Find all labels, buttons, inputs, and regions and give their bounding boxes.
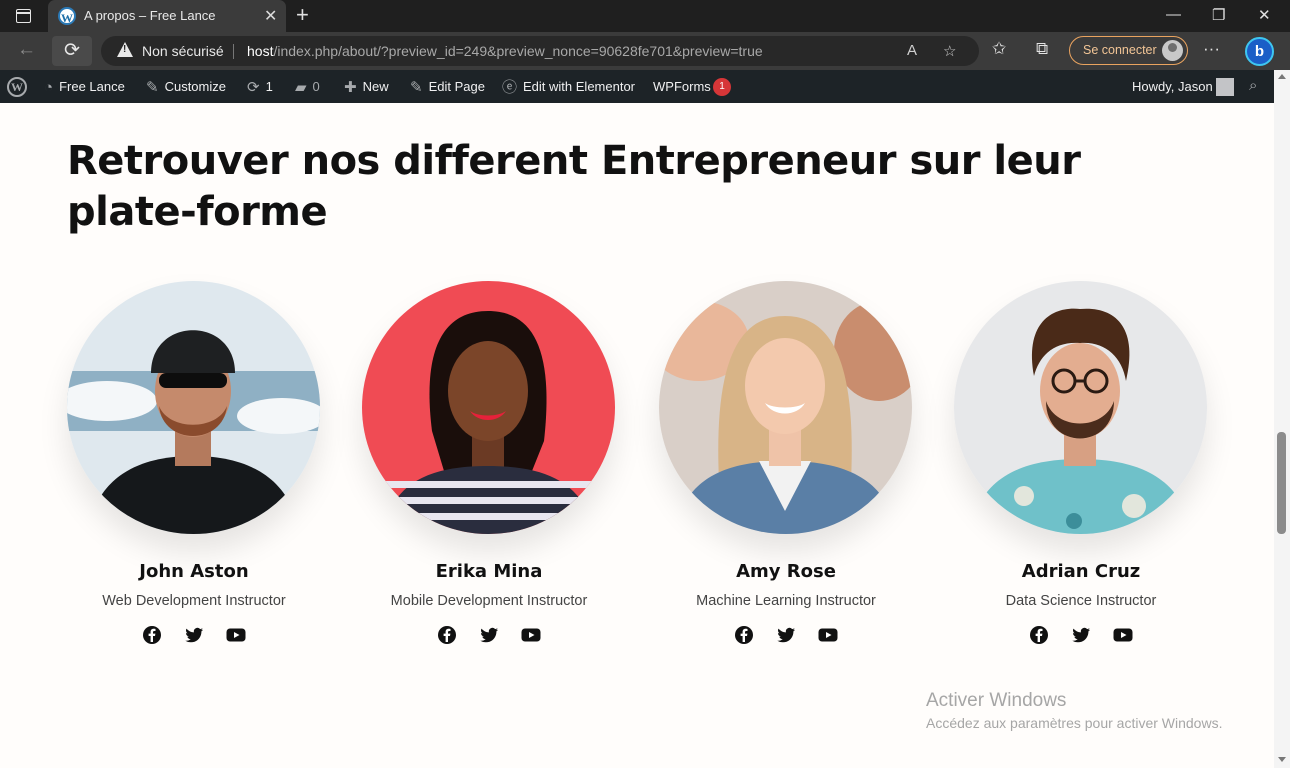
- new-label: New: [362, 79, 389, 94]
- member-name: Adrian Cruz: [1021, 561, 1141, 582]
- facebook-icon[interactable]: [734, 625, 754, 645]
- twitter-icon[interactable]: [1071, 625, 1091, 645]
- facebook-icon[interactable]: [142, 625, 162, 645]
- wp-site-name[interactable]: ◔ Free Lance: [44, 70, 125, 103]
- wpforms-badge: 1: [713, 78, 731, 96]
- url-text[interactable]: host/index.php/about/?preview_id=249&pre…: [247, 43, 763, 59]
- scroll-down-arrow-icon[interactable]: [1278, 757, 1286, 762]
- team-member-card: John Aston Web Development Instructor: [67, 281, 321, 661]
- warning-icon: [117, 42, 133, 57]
- member-role: Data Science Instructor: [1005, 593, 1157, 609]
- signin-button[interactable]: Se connecter: [1069, 36, 1188, 65]
- team-member-card: Amy Rose Machine Learning Instructor: [659, 281, 913, 661]
- youtube-icon[interactable]: [1113, 625, 1133, 645]
- wordpress-logo-icon[interactable]: W: [7, 77, 27, 97]
- tab-actions-icon[interactable]: [16, 9, 31, 23]
- pencil-icon: ✎: [410, 79, 423, 96]
- youtube-icon[interactable]: [818, 625, 838, 645]
- social-links: [659, 625, 913, 645]
- minimize-button[interactable]: —: [1166, 6, 1181, 23]
- url-path: /index.php/about/?preview_id=249&preview…: [273, 43, 763, 59]
- member-name: John Aston: [139, 561, 249, 582]
- wpforms-label: WPForms: [653, 79, 711, 94]
- dashboard-icon: ◔: [44, 79, 54, 96]
- scroll-thumb[interactable]: [1277, 432, 1286, 534]
- brush-icon: ✎: [146, 79, 159, 96]
- updates-count: 1: [265, 79, 273, 94]
- section-heading: Retrouver nos different Entrepreneur sur…: [67, 138, 1081, 235]
- wp-howdy-user[interactable]: Howdy, Jason: [1132, 70, 1213, 103]
- url-host: host: [247, 43, 274, 59]
- comments-count: 0: [312, 79, 320, 94]
- member-photo: [659, 281, 912, 534]
- wp-new[interactable]: ✚ New: [344, 70, 389, 103]
- signin-label: Se connecter: [1083, 43, 1157, 57]
- member-role: Mobile Development Instructor: [390, 593, 588, 609]
- member-photo: [954, 281, 1207, 534]
- updates-icon: ⟳: [247, 79, 260, 96]
- member-role: Machine Learning Instructor: [696, 593, 876, 609]
- edit-page-label: Edit Page: [428, 79, 485, 94]
- wp-comments[interactable]: ▰ 0: [295, 70, 320, 103]
- add-favorite-icon[interactable]: ☆: [943, 42, 956, 60]
- bing-copilot-icon[interactable]: b: [1245, 37, 1274, 66]
- social-links: [67, 625, 321, 645]
- url-field[interactable]: Non sécurisé host/index.php/about/?previ…: [101, 36, 979, 66]
- team-member-card: Adrian Cruz Data Science Instructor: [954, 281, 1208, 661]
- wordpress-favicon-icon: W: [58, 7, 76, 25]
- twitter-icon[interactable]: [184, 625, 204, 645]
- wp-edit-elementor[interactable]: ⓔ Edit with Elementor: [502, 70, 635, 103]
- reload-button[interactable]: ⟳: [52, 36, 92, 66]
- url-separator: [233, 44, 234, 59]
- user-avatar[interactable]: [1216, 78, 1234, 96]
- search-icon[interactable]: ⌕: [1249, 77, 1257, 94]
- member-role: Web Development Instructor: [102, 593, 286, 609]
- twitter-icon[interactable]: [776, 625, 796, 645]
- member-name: Amy Rose: [736, 561, 836, 582]
- windows-activation-title: Activer Windows: [926, 690, 1067, 711]
- member-name: Erika Mina: [435, 561, 543, 582]
- maximize-button[interactable]: ❐: [1212, 6, 1225, 24]
- collections-icon[interactable]: ⧉: [1036, 39, 1048, 59]
- more-menu-icon[interactable]: ···: [1203, 39, 1220, 59]
- team-member-card: Erika Mina Mobile Development Instructor: [362, 281, 616, 661]
- read-aloud-icon[interactable]: A: [907, 42, 917, 59]
- page-scrollbar[interactable]: [1274, 70, 1290, 768]
- facebook-icon[interactable]: [437, 625, 457, 645]
- back-button[interactable]: ←: [17, 39, 36, 61]
- tab-close-icon[interactable]: ✕: [264, 6, 277, 26]
- wp-updates[interactable]: ⟳ 1: [247, 70, 273, 103]
- elementor-icon: ⓔ: [502, 79, 518, 96]
- social-links: [362, 625, 616, 645]
- profile-avatar-icon: [1162, 40, 1183, 61]
- wp-customize[interactable]: ✎ Customize: [146, 70, 226, 103]
- member-photo: [362, 281, 615, 534]
- comment-icon: ▰: [295, 79, 307, 96]
- browser-tab-strip: W A propos – Free Lance ✕ + — ❐ ✕: [0, 0, 1290, 32]
- wp-admin-bar: W ◔ Free Lance ✎ Customize ⟳ 1 ▰ 0 ✚ New ✎ Edi…: [0, 70, 1274, 103]
- new-tab-button[interactable]: +: [296, 2, 309, 28]
- tab-title: A propos – Free Lance: [84, 8, 216, 23]
- twitter-icon[interactable]: [479, 625, 499, 645]
- youtube-icon[interactable]: [226, 625, 246, 645]
- facebook-icon[interactable]: [1029, 625, 1049, 645]
- browser-tab-active[interactable]: W A propos – Free Lance ✕: [48, 0, 286, 32]
- site-name-label: Free Lance: [59, 79, 125, 94]
- wp-edit-page[interactable]: ✎ Edit Page: [410, 70, 485, 103]
- security-label[interactable]: Non sécurisé: [142, 43, 224, 59]
- customize-label: Customize: [164, 79, 226, 94]
- edit-elementor-label: Edit with Elementor: [523, 79, 636, 94]
- windows-activation-subtitle: Accédez aux paramètres pour activer Wind…: [926, 715, 1223, 731]
- social-links: [954, 625, 1208, 645]
- plus-icon: ✚: [344, 79, 357, 96]
- favorites-icon[interactable]: ✩: [992, 39, 1006, 59]
- wp-wpforms[interactable]: WPForms: [653, 70, 711, 103]
- scroll-up-arrow-icon[interactable]: [1278, 74, 1286, 79]
- close-window-button[interactable]: ✕: [1258, 6, 1271, 24]
- youtube-icon[interactable]: [521, 625, 541, 645]
- member-photo: [67, 281, 320, 534]
